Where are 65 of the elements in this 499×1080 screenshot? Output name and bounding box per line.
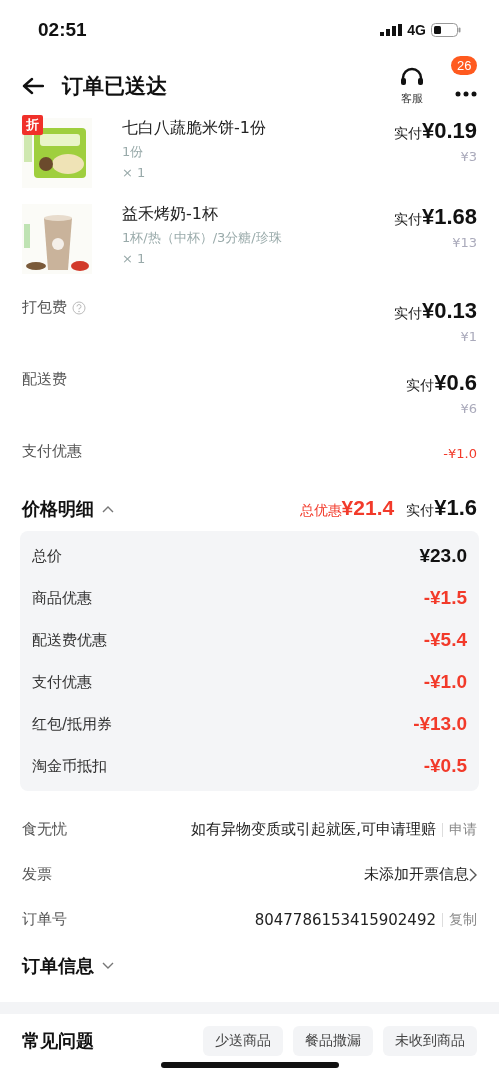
battery-icon	[431, 23, 461, 37]
info-label: 食无忧	[22, 820, 67, 839]
original-price: ¥1	[460, 329, 477, 344]
price-row-value: -¥13.0	[413, 713, 467, 735]
faq-chip[interactable]: 未收到商品	[383, 1026, 477, 1056]
chevron-icon[interactable]	[102, 505, 114, 513]
action-link[interactable]: 复制	[449, 910, 477, 929]
original-price: ¥3	[460, 149, 477, 164]
item-name: 益禾烤奶-1杯	[122, 204, 219, 225]
status-time: 02:51	[38, 19, 87, 41]
price-row-label: 淘金币抵扣	[32, 756, 107, 776]
price-row-value: -¥1.5	[423, 587, 467, 609]
faq-chip[interactable]: 少送商品	[203, 1026, 283, 1056]
price-row-value: -¥5.4	[423, 629, 467, 651]
total-discount-label: 总优惠	[299, 502, 342, 520]
paid-label: 实付	[393, 305, 422, 323]
item-quantity: × 1	[122, 165, 147, 180]
info-value: 未添加开票信息	[364, 865, 469, 884]
price-row-value: ¥23.0	[419, 545, 467, 567]
chevron-right-icon[interactable]	[469, 867, 477, 882]
price-row-label: 配送费优惠	[32, 630, 107, 650]
paid-label: 实付	[406, 377, 435, 395]
info-label: 发票	[22, 865, 52, 884]
paid-label: 实付	[406, 502, 435, 520]
item-spec: 1杯/热（中杯）/3分糖/珍珠	[122, 229, 283, 247]
original-price: ¥13	[452, 235, 477, 250]
item-spec: 1份	[122, 143, 145, 161]
paid-amount: ¥1.6	[434, 495, 477, 521]
section-title[interactable]: 价格明细	[22, 497, 94, 521]
section-title[interactable]: 订单信息	[22, 954, 94, 978]
network-label: 4G	[407, 22, 426, 38]
signal-icon	[380, 24, 403, 36]
paid-amount: ¥1.68	[421, 204, 477, 230]
original-price: ¥6	[460, 401, 477, 416]
paid-label: 实付	[393, 125, 422, 143]
paid-amount: ¥0.13	[421, 298, 477, 324]
info-label: 订单号	[22, 910, 67, 929]
paid-amount: ¥0.19	[421, 118, 477, 144]
discount-tag: 折	[22, 115, 43, 135]
price-row-value: -¥1.0	[423, 671, 467, 693]
item-name: 七白八蔬脆米饼-1份	[122, 118, 267, 139]
back-icon[interactable]	[22, 77, 44, 95]
paid-label: 实付	[393, 211, 422, 229]
service-label[interactable]: 客服	[401, 90, 423, 106]
info-value: 如有异物变质或引起就医,可申请理赔	[191, 820, 436, 839]
fee-label: 支付优惠	[22, 442, 82, 461]
price-row-label: 商品优惠	[32, 588, 92, 608]
action-link[interactable]: 申请	[449, 820, 477, 839]
chevron-icon[interactable]	[102, 962, 114, 970]
price-row-label: 支付优惠	[32, 672, 92, 692]
more-icon[interactable]	[455, 90, 477, 97]
paid-amount: ¥0.6	[434, 370, 477, 396]
fee-label: 配送费	[22, 370, 67, 389]
price-row-label: 总价	[32, 546, 62, 566]
faq-title: 常见问题	[22, 1029, 94, 1053]
faq-chip[interactable]: 餐品撒漏	[293, 1026, 373, 1056]
fee-label: 打包费	[22, 298, 67, 317]
total-discount: ¥21.4	[341, 496, 395, 520]
price-row-value: -¥0.5	[423, 755, 467, 777]
item-quantity: × 1	[122, 251, 147, 266]
page-title: 订单已送达	[62, 73, 167, 100]
price-row-label: 红包/抵用券	[32, 714, 113, 734]
notification-badge: 26	[451, 55, 478, 75]
discount-amount: -¥1.0	[443, 446, 477, 461]
info-value: 8047786153415902492	[254, 910, 436, 929]
